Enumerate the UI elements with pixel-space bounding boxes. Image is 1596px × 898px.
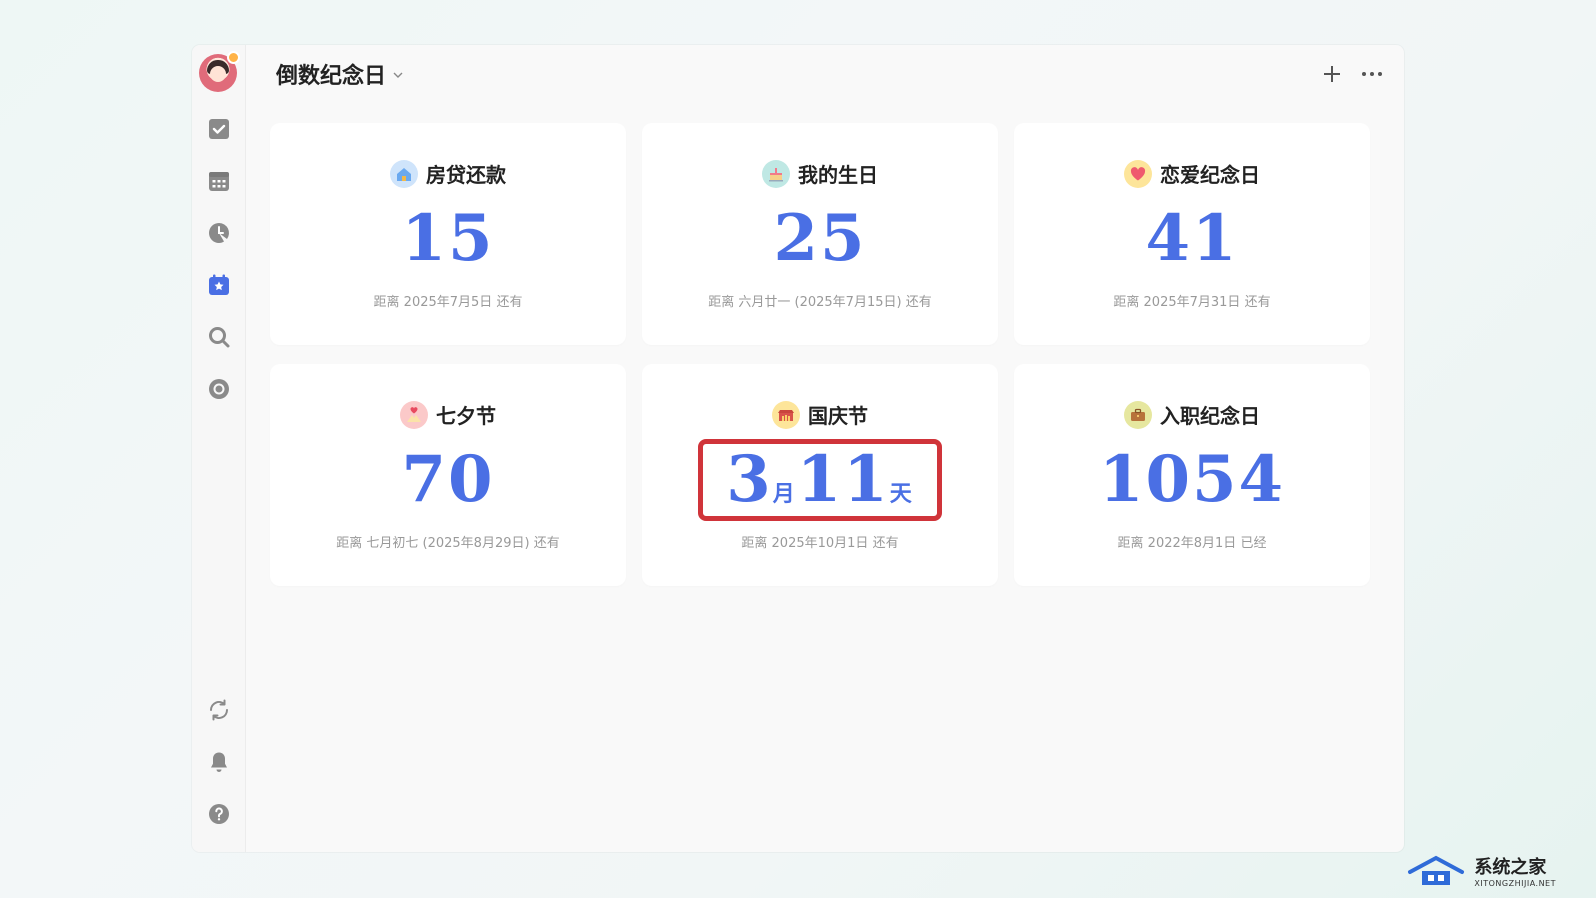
- card-title: 房贷还款: [426, 163, 506, 187]
- sidebar: [192, 45, 246, 852]
- star-calendar-icon: [209, 274, 229, 295]
- checkbox-icon: [209, 119, 229, 139]
- card-title: 入职纪念日: [1160, 404, 1260, 428]
- cake-icon: [762, 159, 790, 188]
- days-count: 41: [1145, 201, 1239, 276]
- site-watermark: 系统之家 XITONGZHIJIA.NET: [1406, 853, 1556, 888]
- sidebar-item-notifications[interactable]: [207, 750, 231, 774]
- countdown-card-mortgage[interactable]: 房贷还款 15 距离 2025年7月5日 还有: [270, 123, 626, 345]
- sidebar-item-help[interactable]: [207, 802, 231, 826]
- watermark-en: XITONGZHIJIA.NET: [1474, 879, 1556, 888]
- header: 倒数纪念日: [246, 45, 1404, 103]
- countdown-card-love[interactable]: 恋爱纪念日 41 距离 2025年7月31日 还有: [1014, 123, 1370, 345]
- card-title: 七夕节: [436, 404, 496, 428]
- sidebar-item-tasks[interactable]: [207, 117, 231, 141]
- house-icon: [390, 159, 418, 188]
- sidebar-item-habit[interactable]: [207, 377, 231, 401]
- countdown-card-qixi[interactable]: 七夕节 70 距离 七月初七 (2025年8月29日) 还有: [270, 364, 626, 586]
- target-date: 距离 2022年8月1日 已经: [1117, 536, 1267, 551]
- clock-icon: [209, 223, 229, 243]
- card-title: 我的生日: [798, 163, 878, 187]
- days-count: 25: [773, 201, 867, 276]
- days-count: 15: [401, 201, 495, 276]
- highlight-annotation: [698, 439, 942, 521]
- more-dots-icon: [1362, 72, 1382, 76]
- days-count: 1054: [1098, 442, 1286, 517]
- plus-icon: [1324, 66, 1340, 82]
- sync-icon: [210, 699, 228, 721]
- chevron-down-icon[interactable]: [392, 69, 404, 81]
- circle-target-icon: [209, 379, 229, 399]
- user-avatar[interactable]: [199, 51, 240, 92]
- add-button[interactable]: [1320, 62, 1344, 86]
- countdown-card-birthday[interactable]: 我的生日 25 距离 六月廿一 (2025年7月15日) 还有: [642, 123, 998, 345]
- sidebar-item-search[interactable]: [207, 325, 231, 349]
- page-title[interactable]: 倒数纪念日: [276, 58, 386, 90]
- help-icon: [209, 804, 229, 824]
- target-date: 距离 2025年10月1日 还有: [741, 536, 899, 551]
- bell-icon: [211, 752, 227, 772]
- main-content: 倒数纪念日 房贷还款 15 距离 2025年7月5日 还有 我的生日 25 距离…: [246, 45, 1404, 852]
- sidebar-item-sync[interactable]: [207, 698, 231, 722]
- sidebar-item-calendar[interactable]: [207, 169, 231, 193]
- target-date: 距离 2025年7月31日 还有: [1113, 295, 1271, 310]
- target-date: 距离 七月初七 (2025年8月29日) 还有: [336, 536, 560, 551]
- sidebar-item-countdown[interactable]: [207, 273, 231, 297]
- heart-icon: [1124, 159, 1152, 188]
- card-title: 恋爱纪念日: [1160, 163, 1260, 187]
- calendar-grid-icon: [209, 172, 229, 191]
- couple-icon: [400, 400, 428, 429]
- watermark-cn: 系统之家: [1474, 857, 1547, 878]
- briefcase-icon: [1124, 400, 1152, 429]
- days-count: 70: [401, 442, 495, 517]
- more-button[interactable]: [1360, 62, 1384, 86]
- search-icon: [209, 327, 230, 348]
- countdown-card-work-anniversary[interactable]: 入职纪念日 1054 距离 2022年8月1日 已经: [1014, 364, 1370, 586]
- premium-badge-icon: [227, 51, 240, 64]
- target-date: 距离 2025年7月5日 还有: [373, 295, 523, 310]
- target-date: 距离 六月廿一 (2025年7月15日) 还有: [708, 295, 932, 310]
- sidebar-item-pomodoro[interactable]: [207, 221, 231, 245]
- house-logo-icon: [1408, 855, 1465, 885]
- countdown-card-national-day[interactable]: 国庆节 3月11天 距离 2025年10月1日 还有: [642, 364, 998, 586]
- gate-icon: [772, 400, 800, 429]
- app-window: 倒数纪念日 房贷还款 15 距离 2025年7月5日 还有 我的生日 25 距离…: [192, 45, 1404, 852]
- card-title: 国庆节: [808, 404, 868, 428]
